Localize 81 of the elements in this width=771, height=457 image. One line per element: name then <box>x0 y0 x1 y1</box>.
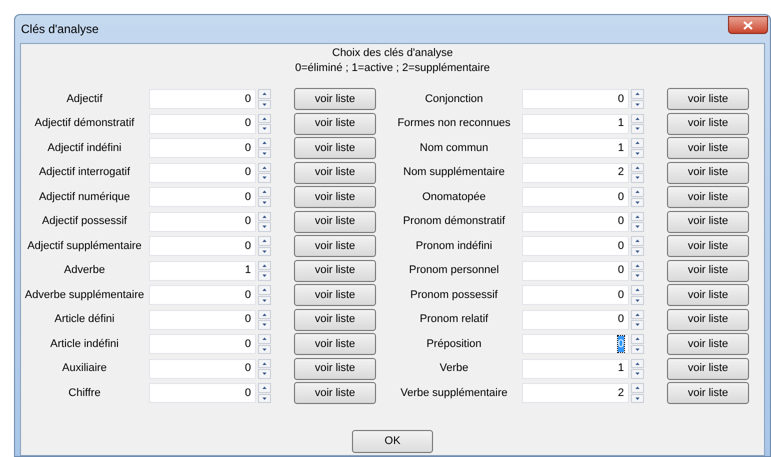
field-label: Nom supplémentaire <box>402 165 506 180</box>
number-field[interactable]: 0 <box>149 236 256 256</box>
number-field[interactable]: 0 <box>149 114 256 134</box>
field-label: Adjectif démonstratif <box>34 116 136 132</box>
voir-liste-button[interactable]: voir liste <box>294 235 376 257</box>
voir-liste-button[interactable]: voir liste <box>294 260 376 282</box>
field-label: Verbe <box>438 361 470 376</box>
dialog-heading: Choix des clés d'analyse <box>332 46 453 61</box>
field-label: Pronom indéfini <box>414 238 494 254</box>
voir-liste-button[interactable]: voir liste <box>667 137 749 159</box>
field-label: Auxiliaire <box>61 361 108 376</box>
field-label: Pronom relatif <box>418 312 490 328</box>
number-field[interactable]: 0 <box>522 285 629 305</box>
number-field[interactable]: 0 <box>522 187 629 207</box>
field-label: Nom commun <box>418 140 490 156</box>
voir-liste-button[interactable]: voir liste <box>667 260 749 282</box>
voir-liste-button[interactable]: voir liste <box>667 235 749 257</box>
number-field[interactable]: 1 <box>522 138 629 158</box>
field-label: Formes non reconnues <box>396 116 512 132</box>
voir-liste-button[interactable]: voir liste <box>294 112 376 134</box>
number-field[interactable]: 0 <box>522 212 629 232</box>
voir-liste-button[interactable]: voir liste <box>294 382 376 404</box>
field-label: Onomatopée <box>421 190 487 205</box>
field-label: Adjectif interrogatif <box>38 165 132 180</box>
number-field[interactable]: 0 <box>149 212 256 232</box>
number-field[interactable]: 2 <box>522 162 629 182</box>
voir-liste-button[interactable]: voir liste <box>294 333 376 355</box>
voir-liste-button[interactable]: voir liste <box>667 210 749 232</box>
field-label: Adverbe <box>63 263 106 278</box>
voir-liste-button[interactable]: voir liste <box>667 88 749 110</box>
number-field[interactable]: 0 <box>149 334 256 354</box>
number-field[interactable]: 0 <box>149 383 256 403</box>
field-label: Article défini <box>54 312 116 328</box>
voir-liste-button[interactable]: voir liste <box>667 186 749 208</box>
voir-liste-button[interactable]: voir liste <box>667 162 749 184</box>
field-label: Conjonction <box>424 92 484 107</box>
field-label: Adjectif numérique <box>38 190 132 205</box>
number-field[interactable]: 0 <box>149 138 256 158</box>
voir-liste-button[interactable]: voir liste <box>294 210 376 232</box>
voir-liste-button[interactable]: voir liste <box>667 382 749 404</box>
voir-liste-button[interactable]: voir liste <box>667 358 749 380</box>
field-label: Chiffre <box>67 386 102 401</box>
field-label: Préposition <box>425 336 483 352</box>
field-label: Verbe supplémentaire <box>399 386 508 401</box>
number-field[interactable]: 0 <box>149 310 256 330</box>
field-label: Pronom personnel <box>408 263 500 278</box>
number-field[interactable]: 0 <box>522 310 629 330</box>
number-field[interactable]: 0 <box>149 162 256 182</box>
voir-liste-button[interactable]: voir liste <box>667 308 749 330</box>
voir-liste-button[interactable]: voir liste <box>294 137 376 159</box>
field-label: Pronom démonstratif <box>402 214 506 230</box>
number-field[interactable]: 0 <box>149 358 256 378</box>
window-title: Clés d'analyse <box>21 21 99 38</box>
voir-liste-button[interactable]: voir liste <box>667 333 749 355</box>
number-field[interactable]: 1 <box>522 358 629 378</box>
field-label: Adjectif possessif <box>41 214 128 230</box>
voir-liste-button[interactable]: voir liste <box>294 162 376 184</box>
field-label: Adjectif <box>65 92 104 107</box>
voir-liste-button[interactable]: voir liste <box>294 308 376 330</box>
field-label: Pronom possessif <box>409 288 499 303</box>
number-field[interactable]: 0 <box>522 89 629 109</box>
number-field[interactable]: 0 <box>149 187 256 207</box>
voir-liste-button[interactable]: voir liste <box>667 112 749 134</box>
field-label: Adverbe supplémentaire <box>24 288 146 303</box>
number-field[interactable]: 0 <box>149 89 256 109</box>
voir-liste-button[interactable]: voir liste <box>294 88 376 110</box>
number-field[interactable]: 1 <box>522 114 629 134</box>
number-field[interactable]: 1 <box>149 260 256 280</box>
voir-liste-button[interactable]: voir liste <box>294 284 376 306</box>
number-field[interactable]: 0 <box>522 236 629 256</box>
number-field[interactable]: 0 <box>522 260 629 280</box>
field-label: Adjectif indéfini <box>46 140 122 156</box>
ok-button[interactable]: OK <box>352 430 433 453</box>
field-label: Article indéfini <box>49 336 120 352</box>
voir-liste-button[interactable]: voir liste <box>667 284 749 306</box>
voir-liste-button[interactable]: voir liste <box>294 186 376 208</box>
number-field[interactable]: 2 <box>522 383 629 403</box>
legend-text: 0=éliminé ; 1=active ; 2=supplémentaire <box>295 61 490 76</box>
field-label: Adjectif supplémentaire <box>26 238 143 254</box>
voir-liste-button[interactable]: voir liste <box>294 358 376 380</box>
number-field[interactable]: 0 <box>149 285 256 305</box>
